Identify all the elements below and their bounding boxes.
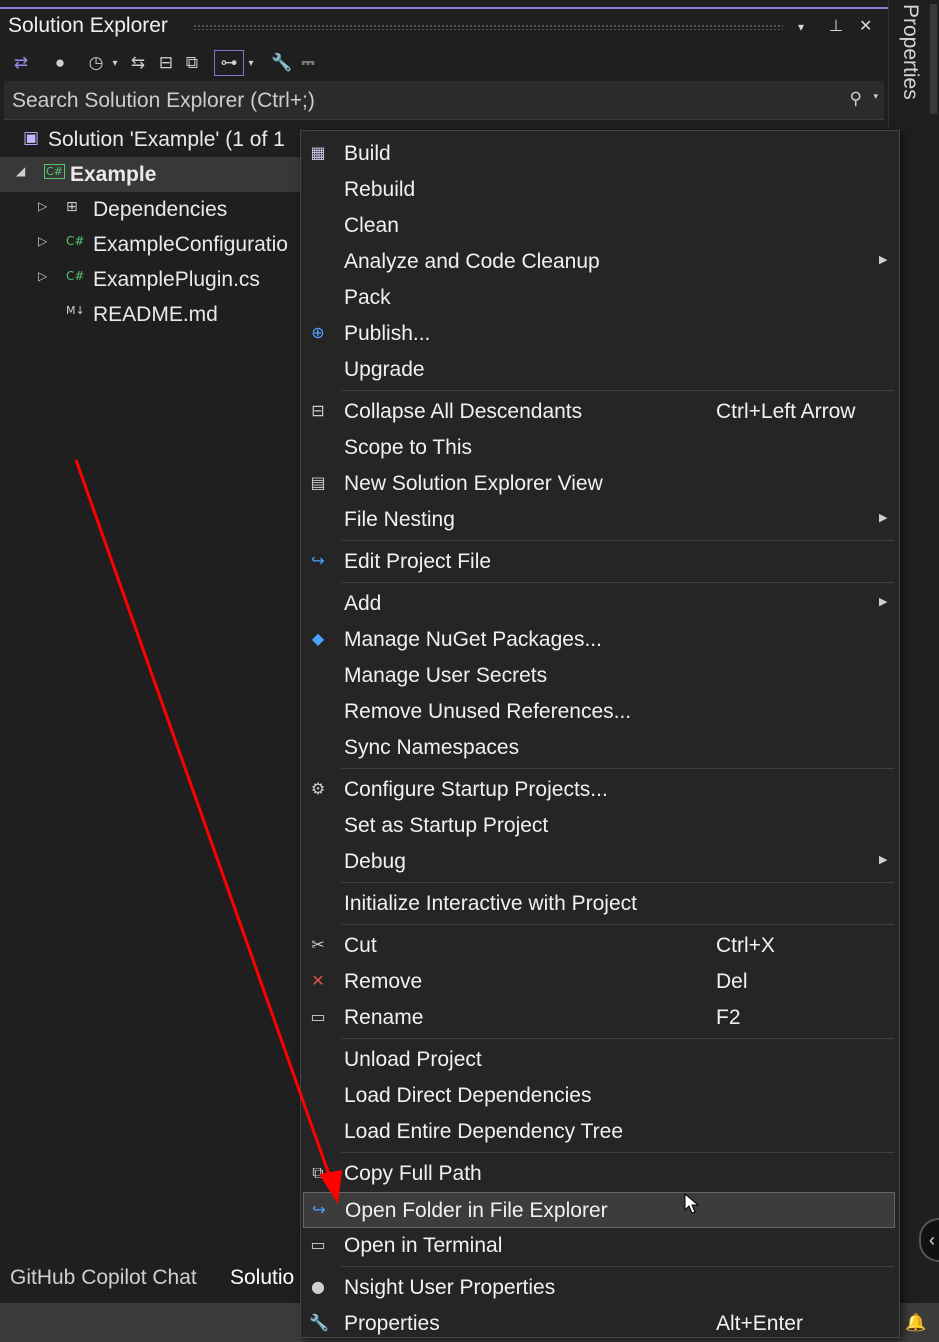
mouse-cursor-icon	[684, 1193, 700, 1214]
annotation-arrow	[74, 459, 342, 1204]
annotation-arrow-line	[74, 459, 334, 1184]
annotation-arrow-head	[319, 1170, 342, 1204]
